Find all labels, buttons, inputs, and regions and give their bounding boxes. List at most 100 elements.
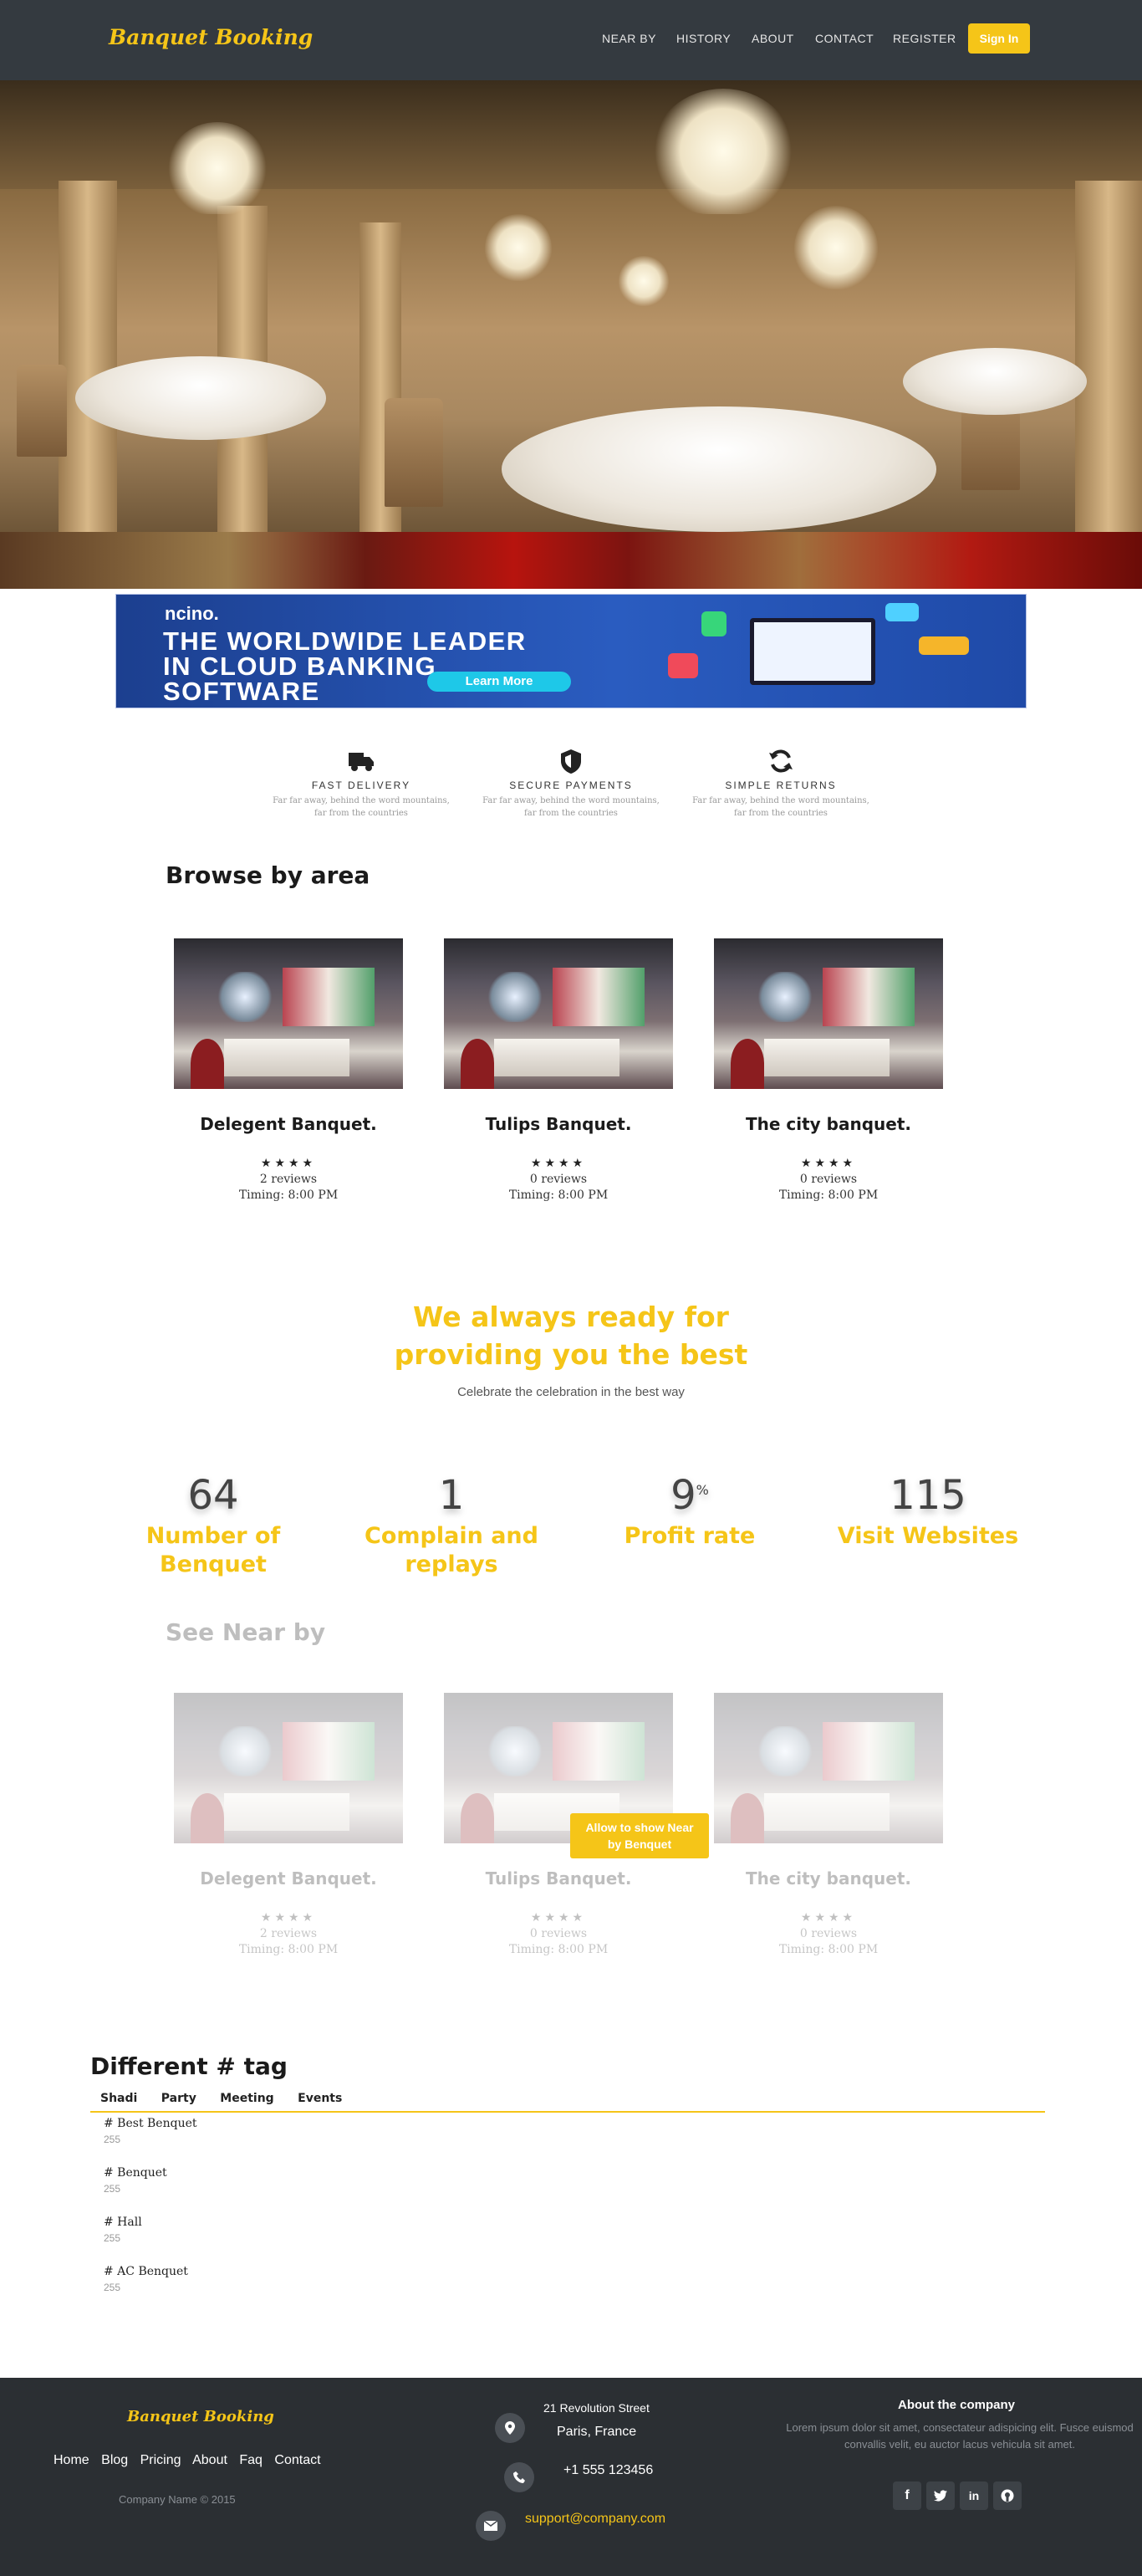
feature-title: SIMPLE RETURNS <box>725 779 837 791</box>
feature-desc: Far far away, behind the word mountains,… <box>482 796 660 818</box>
facebook-icon[interactable]: f <box>893 2481 921 2510</box>
twitter-icon[interactable] <box>926 2481 955 2510</box>
nearby-card: The city banquet. ★★★★ 0 reviews Timing:… <box>714 1693 943 1956</box>
banquet-name[interactable]: Tulips Banquet. <box>444 1114 673 1134</box>
ready-title: We always ready for providing you the be… <box>320 1298 822 1373</box>
banquet-name[interactable]: The city banquet. <box>714 1114 943 1134</box>
rating-stars: ★★★★ <box>260 1156 317 1169</box>
footer-brand[interactable]: Banquet Booking <box>127 2408 274 2425</box>
nav-contact[interactable]: CONTACT <box>815 32 874 45</box>
tab-events[interactable]: Events <box>298 2088 342 2109</box>
banquet-card[interactable]: The city banquet. ★★★★ 0 reviews Timing:… <box>714 938 943 1202</box>
feature-simple-returns: SIMPLE RETURNS Far far away, behind the … <box>689 748 873 820</box>
hero-banquet-image <box>0 80 1142 532</box>
tag-name[interactable]: # Hall <box>104 2216 142 2229</box>
rating-stars: ★★★★ <box>530 1910 587 1924</box>
timing: Timing: 8:00 PM <box>778 1188 879 1202</box>
brand-logo[interactable]: Banquet Booking <box>109 25 313 49</box>
footer-link-pricing[interactable]: Pricing <box>140 2453 181 2467</box>
stat-number: 9 <box>670 1472 696 1519</box>
github-icon[interactable] <box>993 2481 1022 2510</box>
chandelier <box>485 214 552 281</box>
ad-decor <box>885 603 919 621</box>
stat-label: Benquet <box>160 1551 267 1577</box>
advertisement-banner[interactable]: ncino. THE WORLDWIDE LEADER IN CLOUD BAN… <box>115 594 1027 708</box>
banquet-name: Tulips Banquet. <box>485 1868 632 1889</box>
allow-location-button[interactable]: Allow to show Near by Benquet <box>570 1813 709 1858</box>
banquet-image[interactable] <box>714 938 943 1089</box>
banquet-image[interactable] <box>174 938 403 1089</box>
nav-history[interactable]: HISTORY <box>676 32 731 45</box>
review-count: 0 reviews <box>529 1927 588 1940</box>
tag-count: 255 <box>104 2282 121 2293</box>
round-table <box>502 406 936 532</box>
nearby-section-title: See Near by <box>166 1618 326 1646</box>
review-count: 2 reviews <box>259 1173 318 1186</box>
feature-title: SECURE PAYMENTS <box>509 779 633 791</box>
footer-link-faq[interactable]: Faq <box>239 2453 263 2467</box>
tag-name[interactable]: # Best Benquet <box>104 2117 197 2130</box>
review-count: 0 reviews <box>799 1173 858 1186</box>
tag-item[interactable]: # Best Benquet 255 <box>104 2117 197 2145</box>
rating-stars: ★★★★ <box>800 1156 857 1169</box>
stat-profit-rate: 9% Profit rate <box>589 1472 790 1551</box>
tab-shadi[interactable]: Shadi <box>100 2088 137 2109</box>
nav-near-by[interactable]: NEAR BY <box>602 32 656 45</box>
review-count: 2 reviews <box>259 1927 318 1940</box>
ready-title-line2: providing you the best <box>394 1338 748 1371</box>
chair <box>385 398 443 507</box>
hero-pillar <box>59 181 117 532</box>
hero-pillar <box>1075 181 1142 532</box>
banquet-image[interactable] <box>444 938 673 1089</box>
rating-stars: ★★★★ <box>260 1910 317 1924</box>
footer-address-street: 21 Revolution Street <box>543 2401 650 2415</box>
allow-button-line1: Allow to show Near <box>585 1821 694 1834</box>
tag-count: 255 <box>104 2232 121 2244</box>
tag-name[interactable]: # AC Benquet <box>104 2265 188 2278</box>
footer-link-home[interactable]: Home <box>54 2453 89 2467</box>
review-count: 0 reviews <box>799 1927 858 1940</box>
nav-about[interactable]: ABOUT <box>752 32 794 45</box>
rating-stars: ★★★★ <box>530 1156 587 1169</box>
nearby-card: Delegent Banquet. ★★★★ 2 reviews Timing:… <box>174 1693 403 1956</box>
tab-meeting[interactable]: Meeting <box>220 2088 273 2109</box>
round-table <box>903 348 1087 415</box>
timing: Timing: 8:00 PM <box>238 1943 339 1956</box>
stat-label: replays <box>405 1551 498 1577</box>
nav-register[interactable]: REGISTER <box>893 32 956 45</box>
footer-link-about[interactable]: About <box>192 2453 227 2467</box>
banquet-image <box>714 1693 943 1843</box>
envelope-icon <box>476 2511 506 2541</box>
allow-button-line2: by Benquet <box>607 1837 672 1851</box>
banquet-card[interactable]: Tulips Banquet. ★★★★ 0 reviews Timing: 8… <box>444 938 673 1202</box>
footer-link-blog[interactable]: Blog <box>101 2453 128 2467</box>
sign-in-button[interactable]: Sign In <box>968 23 1030 54</box>
chandelier <box>619 256 669 306</box>
stat-number: 1 <box>438 1472 465 1519</box>
banquet-name[interactable]: Delegent Banquet. <box>174 1114 403 1134</box>
feature-fast-delivery: FAST DELIVERY Far far away, behind the w… <box>269 748 453 820</box>
tag-name[interactable]: # Benquet <box>104 2166 167 2180</box>
tag-item[interactable]: # Hall 255 <box>104 2216 142 2244</box>
tag-item[interactable]: # Benquet 255 <box>104 2166 167 2195</box>
banquet-name: Delegent Banquet. <box>200 1868 377 1889</box>
banquet-card[interactable]: Delegent Banquet. ★★★★ 2 reviews Timing:… <box>174 938 403 1202</box>
tag-count: 255 <box>104 2134 121 2145</box>
tag-item[interactable]: # AC Benquet 255 <box>104 2265 188 2293</box>
stat-suffix: % <box>696 1482 709 1498</box>
refresh-icon <box>769 749 793 773</box>
ad-decor <box>701 611 726 636</box>
linkedin-icon[interactable]: in <box>960 2481 988 2510</box>
footer-email[interactable]: support@company.com <box>525 2512 665 2527</box>
footer-link-contact[interactable]: Contact <box>274 2453 320 2467</box>
hero-bottom-band <box>0 532 1142 589</box>
shield-icon <box>561 749 581 774</box>
tab-party[interactable]: Party <box>161 2088 196 2109</box>
tag-count: 255 <box>104 2183 121 2195</box>
chandelier <box>652 89 794 214</box>
rating-stars: ★★★★ <box>800 1910 857 1924</box>
ad-learn-more-button[interactable]: Learn More <box>427 672 571 692</box>
feature-title: FAST DELIVERY <box>311 779 411 791</box>
map-marker-icon <box>495 2413 525 2443</box>
footer-phone[interactable]: +1 555 123456 <box>563 2463 653 2478</box>
